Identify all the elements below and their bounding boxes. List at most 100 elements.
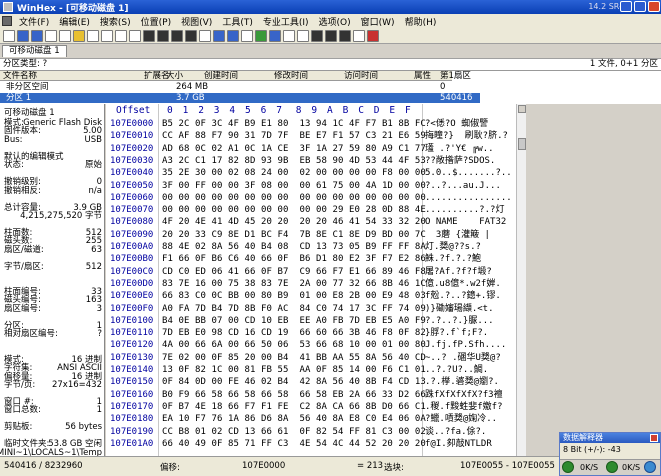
menu-window[interactable]: 窗口(W) (358, 15, 398, 28)
row-text[interactable]: 5.0..$.......?.. (425, 167, 512, 179)
row-hex[interactable]: 0F 84 0D 00 FE 46 02 B4 42 8A 56 40 8B F… (162, 376, 426, 388)
hex-row[interactable]: 107E0130 7E 02 00 0F 85 20 00 B4 41 BB AA… (106, 352, 516, 364)
hex-row[interactable]: 107E0100 B4 0E BB 07 00 CD 10 EB EE A0 FB… (106, 315, 516, 327)
row-text[interactable]: 灯.奦@??s.? (425, 241, 481, 253)
row-text[interactable]: .稯.f黢﨡婓f嬓f? (425, 401, 503, 413)
hex-row[interactable]: 107E0190 CC B8 01 02 CD 13 66 61 0F 82 54… (106, 426, 516, 438)
close-icon[interactable] (650, 434, 658, 442)
hex-row[interactable]: 107E00B0 F1 66 0F B6 C6 40 66 0F B6 D1 80… (106, 253, 516, 265)
col-modified[interactable]: 修改时间 (274, 71, 308, 81)
hex-row[interactable]: 107E0040 35 2E 30 00 02 08 24 00 02 00 00… (106, 167, 516, 179)
hex-row[interactable]: 107E00F0 A0 FA 7D B4 7D 8B F0 AC 84 C0 74… (106, 303, 516, 315)
hex-row[interactable]: 107E0010 CC AF 88 F7 90 31 7D 7F BE E7 F1… (106, 130, 516, 142)
last-sector-icon[interactable] (353, 29, 365, 42)
row-text[interactable]: J.fj.fP.Sfh.... (425, 339, 506, 351)
row-hex[interactable]: B0 F9 66 58 66 58 66 58 66 58 EB 2A 66 3… (162, 389, 426, 401)
scroll-up-icon[interactable] (518, 105, 526, 113)
hex-row[interactable]: 107E0020 AD 68 0C 02 A1 0C 1A CE 3F 1A 27… (106, 143, 516, 155)
row-hex[interactable]: 00 00 00 00 00 00 00 00 00 00 00 00 00 0… (162, 192, 426, 204)
paste-write-icon[interactable] (129, 29, 141, 42)
hex-row[interactable]: 107E0000 B5 2C 0F 3C 4F B9 E1 80 13 94 1C… (106, 118, 516, 130)
col-name[interactable]: 文件名称 (3, 71, 37, 81)
col-accessed[interactable]: 访问时间 (344, 71, 378, 81)
row-text[interactable]: 3蘑 {灌簸 | (425, 229, 490, 241)
menu-edit[interactable]: 编辑(E) (56, 15, 93, 28)
row-text[interactable]: ................ (425, 192, 512, 204)
menu-file[interactable]: 文件(F) (16, 15, 52, 28)
row-hex[interactable]: CD C0 ED 06 41 66 0F B7 C9 66 F7 E1 66 8… (162, 266, 426, 278)
row-hex[interactable]: A0 FA 7D B4 7D 8B F0 AC 84 C0 74 17 3C F… (162, 303, 426, 315)
row-hex[interactable]: CC AF 88 F7 90 31 7D 7F BE E7 F1 57 C3 2… (162, 130, 426, 142)
goto-sector-icon[interactable] (241, 29, 253, 42)
hex-row[interactable]: 107E0170 0F B7 4E 18 66 F7 F1 FE C2 8A CA… (106, 401, 516, 413)
new-icon[interactable] (3, 29, 15, 42)
menu-view[interactable]: 视图(V) (178, 15, 215, 28)
row-text[interactable]: }脬?.f`f;F?. (425, 327, 488, 339)
scroll-thumb[interactable] (518, 138, 526, 150)
menu-search[interactable]: 搜索(S) (97, 15, 134, 28)
save-icon[interactable] (31, 29, 43, 42)
row-hex[interactable]: 4A 00 66 6A 00 66 50 06 53 66 68 10 00 0… (162, 339, 426, 351)
col-attr[interactable]: 属性 (414, 71, 431, 81)
menu-options[interactable]: 选项(O) (316, 15, 354, 28)
hex-row[interactable]: 107E00C0 CD C0 ED 06 41 66 0F B7 C9 66 F7… (106, 266, 516, 278)
row-text[interactable]: O NAME FAT32 (425, 216, 506, 228)
row-text[interactable]: 跦fXfXfXfX?f3襢 (425, 389, 503, 401)
row-hex[interactable]: A3 2C C1 17 82 8D 93 9B EB 58 90 4D 53 4… (162, 155, 426, 167)
hex-row[interactable]: 107E01A0 66 40 49 0F 85 71 FF C3 4E 54 4C… (106, 438, 516, 450)
row-text[interactable]: ?.?..?.}脲... (425, 315, 494, 327)
row-hex[interactable]: F1 66 0F B6 C6 40 66 0F B6 D1 80 E2 3F F… (162, 253, 426, 265)
replace-hex-icon[interactable] (185, 29, 197, 42)
maximize-button[interactable] (634, 1, 646, 12)
row-hex[interactable]: 88 4E 02 8A 56 40 B4 08 CD 13 73 05 B9 F… (162, 241, 426, 253)
row-text[interactable]: 鮢.?f.?.?鮑 (425, 253, 481, 265)
row-hex[interactable]: 3F 00 FF 00 00 3F 08 00 00 61 75 00 4A 1… (162, 180, 426, 192)
row-hex[interactable]: B4 0E BB 07 00 CD 10 EB EE A0 FB 7D EB E… (162, 315, 426, 327)
row-text[interactable]: ?..?...au.J... (425, 180, 501, 192)
hex-row[interactable]: 107E0030 A3 2C C1 17 82 8D 93 9B EB 58 90… (106, 155, 516, 167)
print-icon[interactable] (45, 29, 57, 42)
goto-offset-icon[interactable] (199, 29, 211, 42)
row-hex[interactable]: EA 10 F7 76 1A 86 D6 8A 56 40 8A E8 C0 E… (162, 413, 426, 425)
replace-icon[interactable] (171, 29, 183, 42)
row-hex[interactable]: 66 83 C0 0C BB 00 80 B9 01 00 E8 2B 00 E… (162, 290, 426, 302)
row-text[interactable]: ?<僁?O 蜘俶譼 (425, 118, 488, 130)
row-text[interactable]: 億.u8億*.w2f婩. (425, 278, 501, 290)
hex-row[interactable]: 107E0050 3F 00 FF 00 00 3F 08 00 00 61 75… (106, 180, 516, 192)
bookmark-icon[interactable] (367, 29, 379, 42)
undo-icon[interactable] (73, 29, 85, 42)
properties-icon[interactable] (59, 29, 71, 42)
hex-editor[interactable]: Offset 01234567 89ABCDEF 107E0000 B5 2C 0F… (106, 104, 516, 456)
disk-editor-icon[interactable] (255, 29, 267, 42)
previous-sector-icon[interactable] (325, 29, 337, 42)
hex-row[interactable]: 107E00A0 88 4E 02 8A 56 40 B4 08 CD 13 73… (106, 241, 516, 253)
next-sector-icon[interactable] (339, 29, 351, 42)
row-hex[interactable]: 0F B7 4E 18 66 F7 F1 FE C2 8A CA 66 8B D… (162, 401, 426, 413)
hex-row[interactable]: 107E0180 EA 10 F7 76 1A 86 D6 8A 56 40 8A… (106, 413, 516, 425)
menu-specialist[interactable]: 专业工具(I) (260, 15, 312, 28)
forward-icon[interactable] (227, 29, 239, 42)
hex-row[interactable]: 107E0070 00 00 00 00 00 00 00 00 00 00 29… (106, 204, 516, 216)
col-size[interactable]: 大小 (166, 71, 183, 81)
row-hex[interactable]: B5 2C 0F 3C 4F B9 E1 80 13 94 1C 4F F7 B… (162, 118, 426, 130)
hex-row[interactable]: 107E0120 4A 00 66 6A 00 66 50 06 53 66 68… (106, 339, 516, 351)
row-text[interactable]: f兝.?..?鐿+.镠. (425, 290, 501, 302)
first-sector-icon[interactable] (311, 29, 323, 42)
row-hex[interactable]: 83 7E 16 00 75 38 83 7E 2A 00 77 32 66 8… (162, 278, 426, 290)
row-text[interactable]: ~..? .碅华U奦@? (425, 352, 501, 364)
find-hex-icon[interactable] (157, 29, 169, 42)
row-text[interactable]: ??敞揝萨?SDOS. (425, 155, 495, 167)
copy-icon[interactable] (101, 29, 113, 42)
open-icon[interactable] (17, 29, 29, 42)
row-text[interactable]: .?.﨔.碆奦@嬼?. (425, 376, 499, 388)
hex-row[interactable]: 107E0160 B0 F9 66 58 66 58 66 58 66 58 EB… (106, 389, 516, 401)
col-created[interactable]: 创建时间 (204, 71, 238, 81)
search-icon[interactable] (297, 29, 309, 42)
hex-row[interactable]: 107E0150 0F 84 0D 00 FE 46 02 B4 42 8A 56… (106, 376, 516, 388)
col-first-sector[interactable]: 第1扇区 (440, 71, 480, 81)
menu-help[interactable]: 帮助(H) (402, 15, 440, 28)
hex-row[interactable]: 107E00D0 83 7E 16 00 75 38 83 7E 2A 00 77… (106, 278, 516, 290)
row-hex[interactable]: 66 40 49 0F 85 71 FF C3 4E 54 4C 44 52 2… (162, 438, 426, 450)
row-text[interactable]: )}磡嬸瑒纈.<t. (425, 303, 494, 315)
close-button[interactable] (648, 1, 660, 12)
